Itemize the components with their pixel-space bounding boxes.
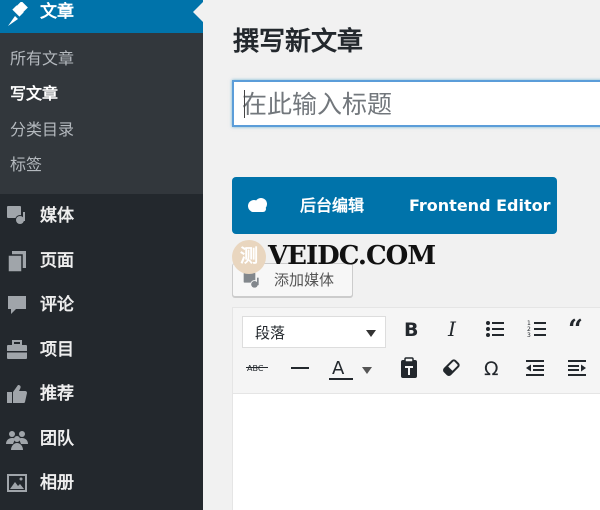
indent-button[interactable] xyxy=(562,356,592,386)
editor-text-area[interactable] xyxy=(233,395,600,510)
menu-item-comments[interactable]: 评论 xyxy=(0,283,203,327)
svg-text:“: “ xyxy=(568,317,583,341)
backend-editor-button[interactable]: 后台编辑 xyxy=(300,177,364,234)
menu-item-label: 推荐 xyxy=(40,384,74,404)
bullet-list-icon xyxy=(486,321,504,337)
editor-switch-bar: 后台编辑 Frontend Editor xyxy=(232,177,557,234)
frontend-editor-button[interactable]: Frontend Editor xyxy=(409,177,551,234)
menu-item-pages[interactable]: 页面 xyxy=(0,239,203,283)
strikethrough-button[interactable]: ABC xyxy=(243,356,273,386)
format-select-value: 段落 xyxy=(255,324,286,342)
text-color-button[interactable]: A xyxy=(327,356,377,386)
watermark-brand: VEIDC.COM xyxy=(268,241,436,271)
post-title-field[interactable] xyxy=(232,80,600,127)
page-title: 撰写新文章 xyxy=(233,27,364,57)
menu-item-label: 页面 xyxy=(40,251,74,271)
post-title-input[interactable] xyxy=(242,88,582,120)
special-character-button[interactable]: Ω xyxy=(478,356,508,386)
submenu-tags[interactable]: 标签 xyxy=(10,155,42,175)
submenu-categories[interactable]: 分类目录 xyxy=(10,120,74,140)
menu-item-testimonials[interactable]: 推荐 xyxy=(0,372,203,416)
chevron-down-icon xyxy=(366,330,376,337)
pages-icon xyxy=(5,249,29,273)
menu-item-label: 团队 xyxy=(40,429,74,449)
menu-item-posts[interactable]: 文章 xyxy=(0,0,203,33)
strikethrough-icon: ABC xyxy=(246,364,268,373)
menu-item-portfolio[interactable]: 项目 xyxy=(0,328,203,372)
editor-toolbar: 段落 B I 123 “ ABC A Ω xyxy=(233,308,600,394)
omega-icon: Ω xyxy=(484,358,499,380)
format-select[interactable]: 段落 xyxy=(242,316,386,348)
outdent-button[interactable] xyxy=(520,356,550,386)
menu-item-media[interactable]: 媒体 xyxy=(0,194,203,238)
content-editor: 段落 B I 123 “ ABC A Ω xyxy=(232,307,600,510)
media-icon xyxy=(5,204,29,228)
menu-item-label: 文章 xyxy=(40,2,74,22)
bold-icon: B xyxy=(404,319,418,341)
menu-item-gallery[interactable]: 相册 xyxy=(0,461,203,505)
gallery-icon xyxy=(5,471,29,495)
svg-text:A: A xyxy=(332,358,345,379)
svg-text:Ω: Ω xyxy=(484,358,499,380)
numbered-list-button[interactable]: 123 xyxy=(522,317,552,347)
eraser-icon xyxy=(443,359,460,376)
portfolio-icon xyxy=(5,338,29,362)
clipboard-icon xyxy=(401,357,417,378)
indent-icon xyxy=(568,360,586,376)
submenu-all-posts[interactable]: 所有文章 xyxy=(10,49,74,69)
watermark-seal: 测 xyxy=(232,240,266,274)
italic-icon: I xyxy=(447,317,457,341)
italic-button[interactable]: I xyxy=(438,317,468,347)
groups-icon xyxy=(5,427,29,451)
comment-icon xyxy=(5,293,29,317)
text-caret xyxy=(244,90,245,118)
bullet-list-button[interactable] xyxy=(480,317,510,347)
svg-text:3: 3 xyxy=(527,332,531,339)
clear-formatting-button[interactable] xyxy=(436,356,466,386)
menu-item-team[interactable]: 团队 xyxy=(0,417,203,461)
menu-item-label: 评论 xyxy=(40,295,74,315)
svg-text:ABC: ABC xyxy=(247,364,264,373)
posts-submenu: 所有文章 写文章 分类目录 标签 xyxy=(0,33,203,194)
svg-text:B: B xyxy=(404,319,418,341)
numbered-list-icon: 123 xyxy=(527,320,546,339)
svg-text:I: I xyxy=(447,317,457,341)
media-icon xyxy=(242,271,262,291)
pin-icon xyxy=(7,1,29,28)
menu-item-label: 媒体 xyxy=(40,206,74,226)
cloud-icon xyxy=(246,197,270,215)
thumbs-up-icon xyxy=(5,382,29,406)
horizontal-rule-button[interactable] xyxy=(285,356,315,386)
admin-sidebar: 文章 所有文章 写文章 分类目录 标签 媒体 页面 评论 项目 推荐 团队 相册 xyxy=(0,0,203,510)
blockquote-button[interactable]: “ xyxy=(564,317,594,347)
text-color-icon: A xyxy=(329,358,372,380)
submenu-new-post[interactable]: 写文章 xyxy=(10,84,58,104)
menu-item-label: 项目 xyxy=(40,340,74,360)
paste-as-text-button[interactable] xyxy=(394,356,424,386)
menu-item-label: 相册 xyxy=(40,473,74,493)
horizontal-line-icon xyxy=(291,367,309,369)
bold-button[interactable]: B xyxy=(396,317,426,347)
current-menu-notch xyxy=(193,2,203,22)
outdent-icon xyxy=(526,360,544,376)
blockquote-icon: “ xyxy=(568,317,583,341)
